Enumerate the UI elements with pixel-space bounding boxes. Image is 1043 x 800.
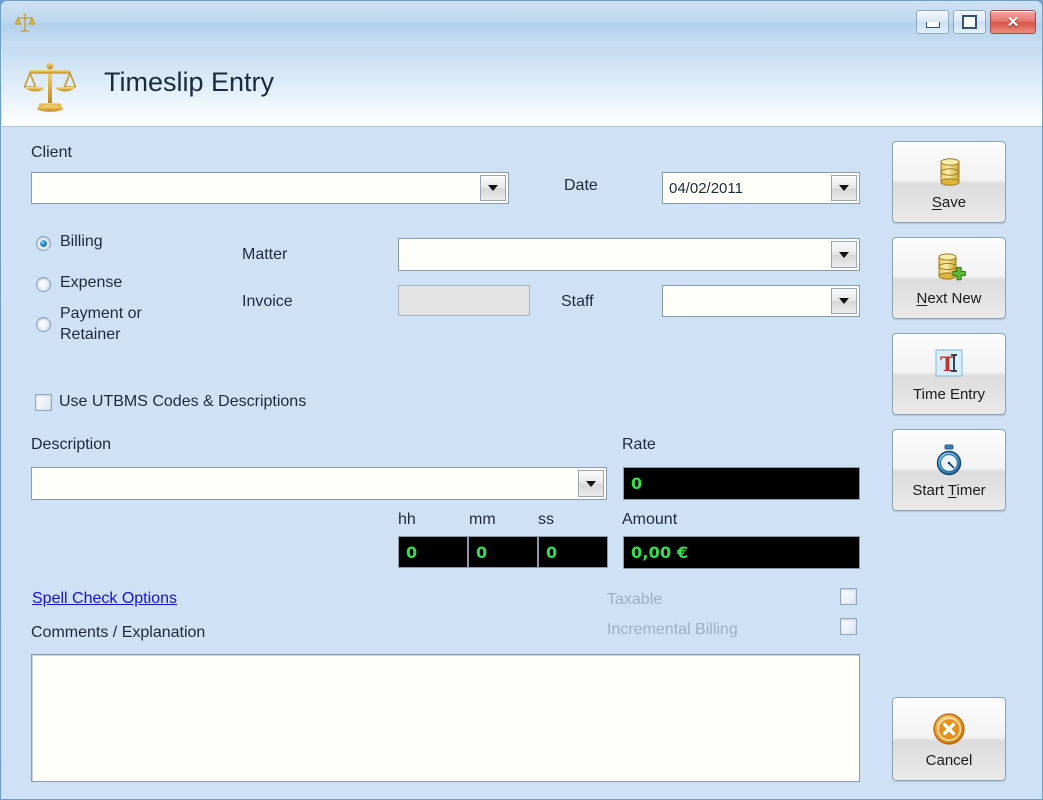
client-label: Client	[31, 144, 72, 161]
scales-of-justice-icon	[13, 11, 37, 35]
restore-icon	[962, 15, 977, 29]
minimize-button[interactable]	[916, 10, 949, 34]
seconds-display[interactable]: 0	[538, 536, 608, 568]
description-dropdown-button[interactable]	[578, 470, 604, 497]
rate-label: Rate	[622, 436, 656, 453]
description-input[interactable]	[32, 468, 578, 499]
staff-label: Staff	[561, 293, 594, 310]
taxable-label: Taxable	[607, 591, 663, 608]
incremental-billing-label: Incremental Billing	[607, 621, 738, 638]
minutes-display[interactable]: 0	[468, 536, 538, 568]
amount-label: Amount	[622, 511, 678, 528]
next-new-button-label: Next New	[916, 289, 982, 307]
radio-expense-label: Expense	[60, 274, 123, 291]
radio-selected-dot	[40, 240, 47, 247]
page-title: Timeslip Entry	[104, 67, 275, 97]
save-button[interactable]: Save	[892, 141, 1006, 223]
scales-of-justice-icon	[23, 59, 77, 114]
cancel-button-label: Cancel	[925, 751, 973, 769]
rate-display: 0	[623, 467, 860, 500]
mm-label: mm	[469, 511, 496, 528]
chevron-down-icon	[586, 480, 596, 487]
chevron-down-icon	[839, 298, 849, 304]
cancel-button[interactable]: Cancel	[892, 697, 1006, 781]
description-combo[interactable]	[31, 467, 607, 500]
title-bar: ✕	[1, 1, 1042, 47]
start-timer-button[interactable]: Start Timer	[892, 429, 1006, 511]
radio-billing[interactable]	[36, 236, 51, 251]
time-entry-button-label: Time Entry	[913, 385, 985, 403]
database-barrel-icon	[932, 155, 966, 193]
chevron-down-icon	[488, 185, 498, 191]
hh-label: hh	[398, 511, 416, 528]
client-input[interactable]	[32, 173, 480, 203]
spell-check-options-link[interactable]: Spell Check Options	[32, 590, 177, 608]
matter-label: Matter	[242, 246, 288, 263]
date-label: Date	[564, 177, 598, 194]
ss-label: ss	[538, 511, 554, 528]
taxable-checkbox	[840, 588, 857, 605]
next-new-button[interactable]: Next New	[892, 237, 1006, 319]
text-cursor-icon: T	[932, 347, 966, 385]
window-controls: ✕	[916, 10, 1036, 34]
matter-combo[interactable]	[398, 238, 860, 271]
utbms-label: Use UTBMS Codes & Descriptions	[59, 393, 307, 410]
hours-display[interactable]: 0	[398, 536, 468, 568]
matter-input[interactable]	[399, 239, 831, 270]
client-combo[interactable]	[31, 172, 509, 204]
client-dropdown-button[interactable]	[480, 175, 506, 201]
staff-combo[interactable]	[662, 285, 860, 317]
radio-billing-label: Billing	[60, 233, 103, 250]
date-dropdown-button[interactable]	[831, 175, 857, 201]
comments-textarea[interactable]	[31, 654, 860, 782]
close-icon: ✕	[1006, 13, 1020, 31]
matter-dropdown-button[interactable]	[831, 241, 857, 268]
time-entry-button[interactable]: T Time Entry	[892, 333, 1006, 415]
restore-button[interactable]	[953, 10, 986, 34]
close-button[interactable]: ✕	[990, 10, 1036, 34]
radio-payment-or-retainer[interactable]	[36, 317, 51, 332]
comments-label: Comments / Explanation	[31, 624, 206, 641]
header-band: Timeslip Entry	[2, 47, 1042, 127]
chevron-down-icon	[839, 185, 849, 191]
minimize-icon	[925, 21, 940, 28]
database-barrel-plus-icon	[932, 251, 966, 289]
utbms-checkbox[interactable]	[35, 394, 52, 411]
radio-payment-or-retainer-label: Payment or Retainer	[60, 305, 142, 343]
stopwatch-icon	[932, 443, 966, 481]
cancel-circle-icon	[931, 711, 967, 751]
invoice-label: Invoice	[242, 293, 293, 310]
chevron-down-icon	[839, 251, 849, 258]
form-area: Client Date 04/02/2011 Billing Expense P…	[2, 127, 1042, 799]
timeslip-entry-window: ✕ Timeslip Entry Client Date 04/02/2011 …	[0, 0, 1043, 800]
amount-display: 0,00 €	[623, 536, 860, 569]
incremental-billing-checkbox	[840, 618, 857, 635]
save-button-label: Save	[931, 193, 967, 211]
staff-dropdown-button[interactable]	[831, 288, 857, 314]
description-label: Description	[31, 436, 112, 453]
invoice-input	[398, 285, 530, 316]
start-timer-button-label: Start Timer	[912, 481, 986, 499]
date-input[interactable]: 04/02/2011	[663, 173, 831, 203]
radio-expense[interactable]	[36, 277, 51, 292]
staff-input[interactable]	[663, 286, 831, 316]
date-combo[interactable]: 04/02/2011	[662, 172, 860, 204]
